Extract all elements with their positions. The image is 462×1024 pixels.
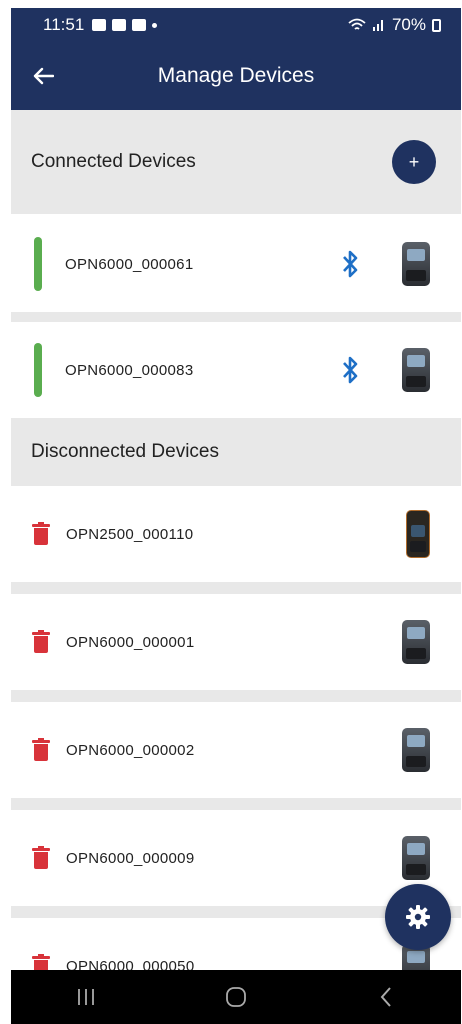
scanner-image bbox=[402, 620, 430, 664]
device-name: OPN6000_000061 bbox=[65, 255, 194, 273]
trash-icon[interactable] bbox=[31, 737, 51, 761]
plus-icon: + bbox=[408, 151, 420, 172]
row-divider bbox=[11, 690, 461, 702]
settings-button[interactable] bbox=[385, 884, 451, 950]
row-divider bbox=[11, 582, 461, 594]
chevron-left-icon bbox=[380, 987, 391, 1007]
arrow-left-icon bbox=[33, 67, 54, 85]
page-title: Manage Devices bbox=[157, 64, 315, 87]
scanner-image bbox=[402, 836, 430, 880]
notification-dot-icon bbox=[152, 22, 158, 28]
recents-button[interactable] bbox=[41, 970, 131, 1024]
trash-icon[interactable] bbox=[31, 629, 51, 653]
disconnected-device-row[interactable]: OPN6000_000002 bbox=[11, 702, 461, 798]
bluetooth-icon[interactable] bbox=[341, 249, 359, 279]
home-icon bbox=[226, 987, 246, 1007]
app-bar: Manage Devices bbox=[11, 42, 461, 110]
device-name: OPN6000_000009 bbox=[66, 849, 195, 867]
scanner-image bbox=[402, 242, 430, 286]
row-divider bbox=[11, 798, 461, 810]
connected-status-bar bbox=[34, 343, 42, 397]
trash-icon[interactable] bbox=[31, 845, 51, 869]
recents-icon bbox=[78, 989, 94, 1005]
device-name: OPN6000_000001 bbox=[66, 633, 195, 651]
status-bar: 11:51 70% bbox=[11, 8, 461, 42]
battery-percent: 70% bbox=[391, 15, 426, 34]
device-name: OPN2500_000110 bbox=[66, 525, 194, 543]
trash-icon[interactable] bbox=[31, 521, 51, 545]
connected-devices-header: Connected Devices + bbox=[11, 110, 461, 214]
add-device-button[interactable]: + bbox=[392, 140, 436, 184]
signal-icon bbox=[372, 20, 383, 31]
scanner-image bbox=[406, 510, 430, 558]
disconnected-device-row[interactable]: OPN6000_000001 bbox=[11, 594, 461, 690]
row-divider bbox=[11, 312, 461, 322]
disconnected-device-row[interactable]: OPN6000_000009 bbox=[11, 810, 461, 906]
disconnected-devices-title: Disconnected Devices bbox=[31, 441, 219, 462]
connected-device-row[interactable]: OPN6000_000061 bbox=[11, 216, 461, 312]
back-nav-button[interactable] bbox=[341, 970, 431, 1024]
disconnected-devices-header: Disconnected Devices bbox=[11, 418, 461, 486]
connected-devices-title: Connected Devices bbox=[31, 151, 196, 172]
bluetooth-icon[interactable] bbox=[341, 355, 359, 385]
scanner-image bbox=[402, 348, 430, 392]
device-name: OPN6000_000002 bbox=[66, 741, 195, 759]
wifi-icon bbox=[348, 18, 366, 30]
disconnected-device-row[interactable]: OPN2500_000110 bbox=[11, 486, 461, 582]
connected-device-row[interactable]: OPN6000_000083 bbox=[11, 322, 461, 418]
status-time: 11:51 bbox=[43, 15, 85, 34]
device-name: OPN6000_000083 bbox=[65, 361, 194, 379]
battery-icon bbox=[432, 18, 441, 32]
gear-icon bbox=[406, 905, 430, 929]
youtube-icon bbox=[132, 19, 147, 31]
home-button[interactable] bbox=[191, 970, 281, 1024]
gallery-icon bbox=[92, 19, 107, 31]
back-button[interactable] bbox=[11, 42, 75, 110]
scanner-image bbox=[402, 728, 430, 772]
connected-status-bar bbox=[34, 237, 42, 291]
chat-icon bbox=[112, 19, 127, 31]
system-nav-bar bbox=[11, 970, 461, 1024]
